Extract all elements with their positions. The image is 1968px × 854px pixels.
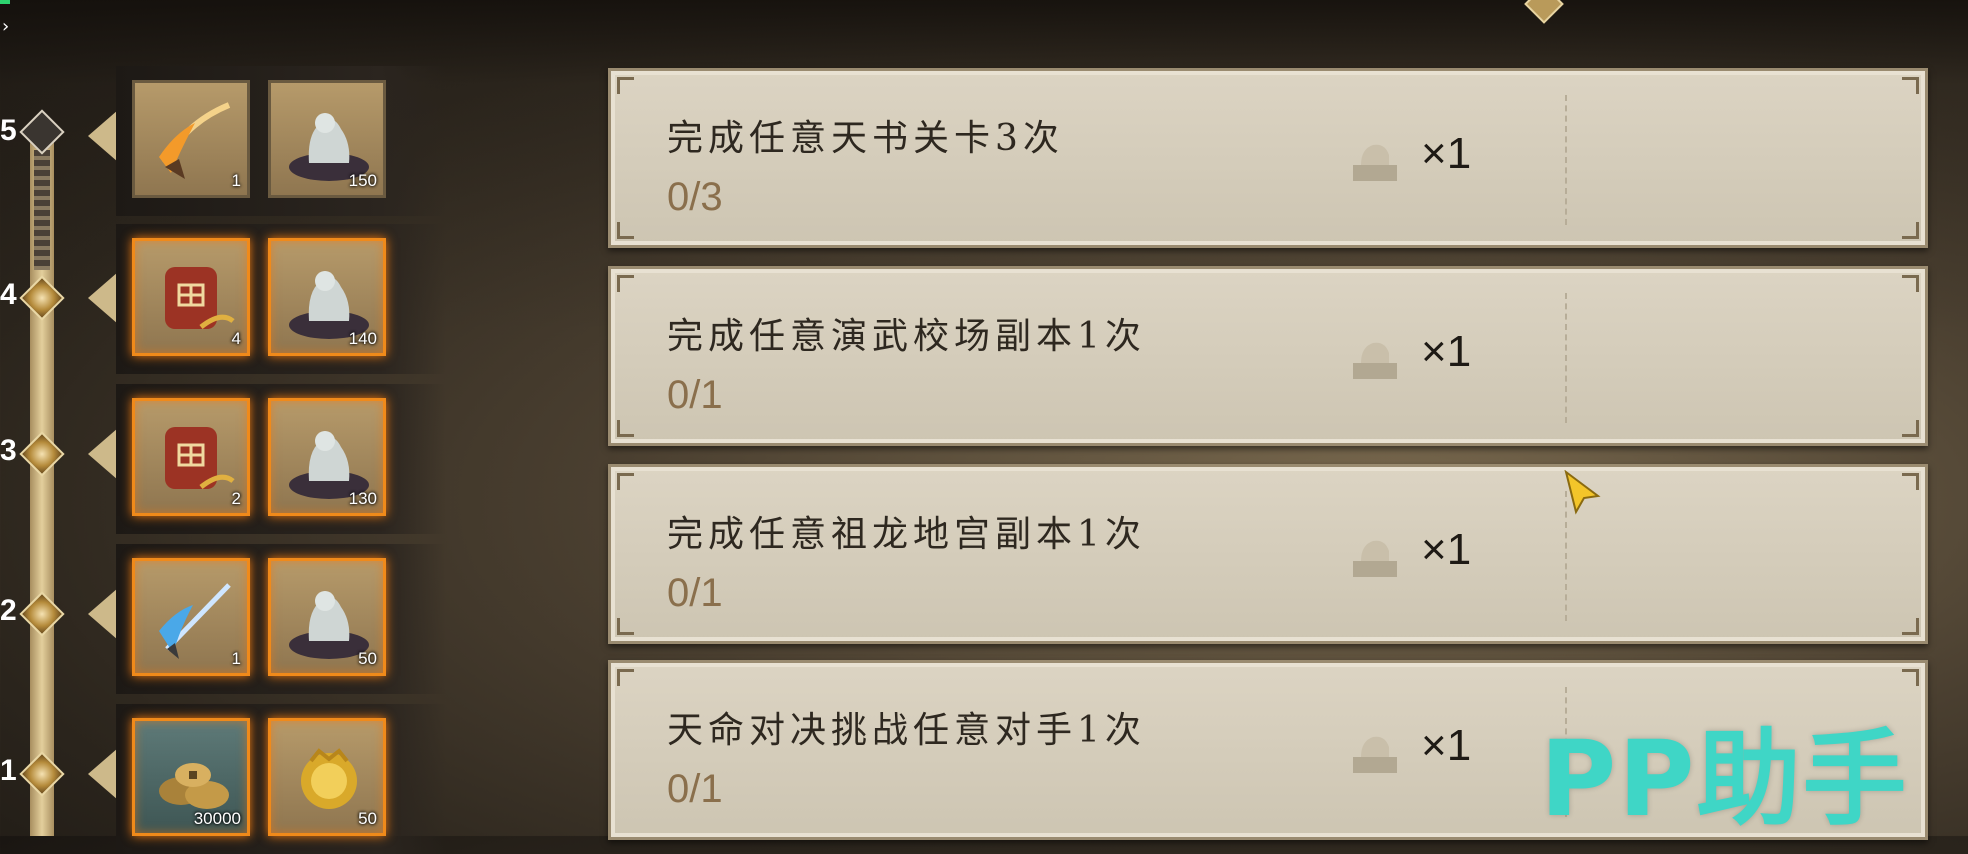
reward-qty: 1	[231, 649, 241, 668]
task-reward-qty: ×1	[1421, 721, 1472, 770]
reward-slot[interactable]: 50	[268, 718, 386, 836]
reward-qty: 130	[348, 489, 377, 508]
task-progress: 0/1	[667, 571, 723, 615]
level-pointer-3	[88, 428, 118, 480]
reward-row-level-5: 1 150	[116, 66, 446, 216]
reward-qty: 140	[348, 329, 377, 348]
task-reward-qty: ×1	[1421, 129, 1472, 178]
card-corner	[617, 222, 634, 239]
reward-row-level-3: 2 130	[116, 384, 446, 534]
task-card[interactable]: 完成任意天书关卡3次 0/3 ×1	[608, 68, 1928, 248]
lion-seal-icon	[1353, 144, 1397, 181]
level-pointer-1	[88, 748, 118, 800]
seed-bag-icon	[165, 267, 235, 329]
card-corner	[617, 618, 634, 635]
reward-row-level-4: 4 140	[116, 224, 446, 374]
level-pointer-2	[88, 588, 118, 640]
reward-slot[interactable]: 130	[268, 398, 386, 516]
card-corner	[1902, 420, 1919, 437]
reward-slot[interactable]: 50	[268, 558, 386, 676]
reward-slot[interactable]: 4	[132, 238, 250, 356]
level-rail-pattern	[34, 150, 50, 270]
reward-qty: 30000	[193, 809, 241, 828]
reward-qty: 2	[231, 489, 241, 508]
flaming-spear-icon	[159, 102, 231, 179]
reward-qty: 50	[358, 649, 377, 668]
card-divider	[1565, 293, 1567, 423]
card-corner	[1902, 77, 1919, 94]
lion-seal-icon	[1353, 342, 1397, 379]
lion-seal-icon	[1353, 540, 1397, 577]
level-number-1: 1	[0, 754, 17, 787]
level-number-4: 4	[0, 278, 17, 311]
card-corner	[1902, 618, 1919, 635]
level-pointer-4	[88, 272, 118, 324]
task-title: 天命对决挑战任意对手1次	[667, 710, 1146, 751]
reward-qty: 4	[231, 329, 241, 348]
reward-slot[interactable]: 140	[268, 238, 386, 356]
task-card[interactable]: 完成任意演武校场副本1次 0/1 ×1	[608, 266, 1928, 446]
task-title: 完成任意天书关卡3次	[667, 118, 1064, 159]
reward-slot[interactable]: 150	[268, 80, 386, 198]
task-title: 完成任意祖龙地宫副本1次	[667, 514, 1146, 555]
lion-seal-icon	[1353, 736, 1397, 773]
ice-spear-icon	[159, 583, 231, 659]
task-card[interactable]: 完成任意祖龙地宫副本1次 0/1 ×1	[608, 464, 1928, 644]
level-number-2: 2	[0, 594, 17, 627]
level-number-5: 5	[0, 114, 17, 147]
status-indicator: ›	[0, 0, 12, 37]
task-reward-qty: ×1	[1421, 327, 1472, 376]
task-progress: 0/3	[667, 175, 723, 219]
task-title: 完成任意演武校场副本1次	[667, 316, 1146, 357]
card-corner	[617, 420, 634, 437]
card-corner	[1902, 222, 1919, 239]
task-reward-qty: ×1	[1421, 525, 1472, 574]
card-corner	[1902, 275, 1919, 292]
reward-slot[interactable]: 1	[132, 558, 250, 676]
chevron-right-icon[interactable]: ›	[2, 16, 9, 37]
status-green-bar	[0, 0, 10, 4]
reward-qty: 50	[358, 809, 377, 828]
card-corner	[617, 275, 634, 292]
card-corner	[1902, 669, 1919, 686]
watermark-text: PP助手	[1540, 718, 1909, 840]
pointer-cursor-icon	[1564, 470, 1601, 515]
task-progress: 0/1	[667, 767, 723, 811]
card-divider	[1565, 95, 1567, 225]
seed-bag-icon	[165, 427, 235, 489]
task-progress: 0/1	[667, 373, 723, 417]
reward-slot[interactable]: 30000	[132, 718, 250, 836]
card-corner	[617, 669, 634, 686]
level-number-3: 3	[0, 434, 17, 467]
reward-slot[interactable]: 2	[132, 398, 250, 516]
reward-qty: 150	[348, 171, 377, 190]
card-corner	[1902, 473, 1919, 490]
level-pointer-5	[88, 110, 118, 162]
reward-row-level-1: 30000 50	[116, 704, 446, 854]
reward-slot[interactable]: 1	[132, 80, 250, 198]
reward-row-level-2: 1 50	[116, 544, 446, 694]
reward-qty: 1	[231, 171, 241, 190]
card-corner	[617, 473, 634, 490]
card-corner	[617, 77, 634, 94]
